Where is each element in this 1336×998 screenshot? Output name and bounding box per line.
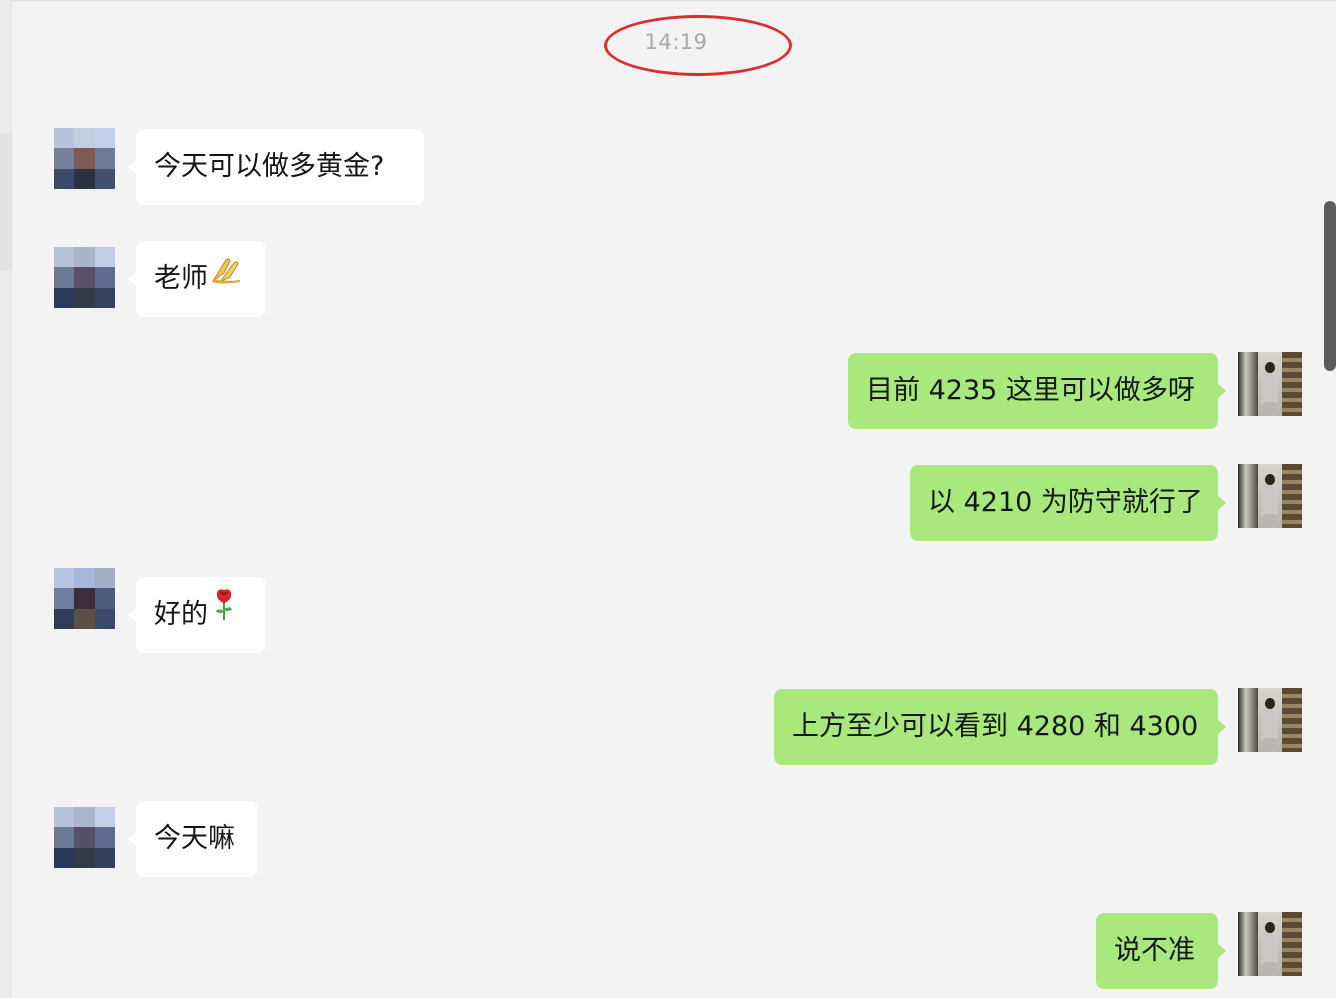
contact-avatar-icon[interactable] — [54, 807, 115, 868]
message-text: 好的 — [154, 599, 208, 630]
message-text: 今天嘛 — [154, 823, 235, 854]
message-text: 今天可以做多黄金? — [154, 151, 385, 182]
self-avatar-icon[interactable] — [1238, 464, 1302, 528]
self-avatar-icon[interactable] — [1238, 912, 1302, 976]
self-avatar-icon[interactable] — [1238, 352, 1302, 416]
message-text: 目前 4235 这里可以做多呀 — [866, 375, 1195, 406]
left-panel-notch — [0, 133, 11, 271]
message-text: 以 4210 为防守就行了 — [928, 487, 1203, 518]
contact-avatar-icon[interactable] — [54, 247, 115, 308]
vertical-scrollbar[interactable] — [1324, 201, 1336, 371]
left-panel-edge — [0, 0, 12, 998]
message-text: 老师 — [154, 263, 208, 294]
self-avatar-icon[interactable] — [1238, 688, 1302, 752]
message-bubble[interactable]: 目前 4235 这里可以做多呀 — [848, 353, 1226, 429]
message-bubble[interactable]: 上方至少可以看到 4280 和 4300 — [774, 689, 1226, 765]
contact-avatar-icon[interactable] — [54, 128, 115, 189]
message-bubble[interactable]: 好的 — [128, 575, 266, 653]
folded-hands-icon — [210, 239, 246, 315]
rose-icon — [212, 575, 236, 651]
contact-avatar-icon[interactable] — [54, 568, 115, 629]
top-divider — [0, 0, 1336, 1]
message-text: 上方至少可以看到 4280 和 4300 — [792, 711, 1199, 742]
message-bubble[interactable]: 以 4210 为防守就行了 — [910, 465, 1226, 541]
message-bubble[interactable]: 说不准 — [1096, 913, 1226, 989]
message-bubble[interactable]: 老师 — [128, 239, 266, 317]
timestamp-highlight-circle — [604, 15, 792, 76]
message-bubble[interactable]: 今天可以做多黄金? — [128, 129, 424, 205]
chat-window: 14:19 今天可以做多黄金? 老师 目前 4235 这里可以做多呀 以 421… — [0, 0, 1336, 998]
message-text: 说不准 — [1114, 935, 1195, 966]
message-bubble[interactable]: 今天嘛 — [128, 801, 258, 877]
